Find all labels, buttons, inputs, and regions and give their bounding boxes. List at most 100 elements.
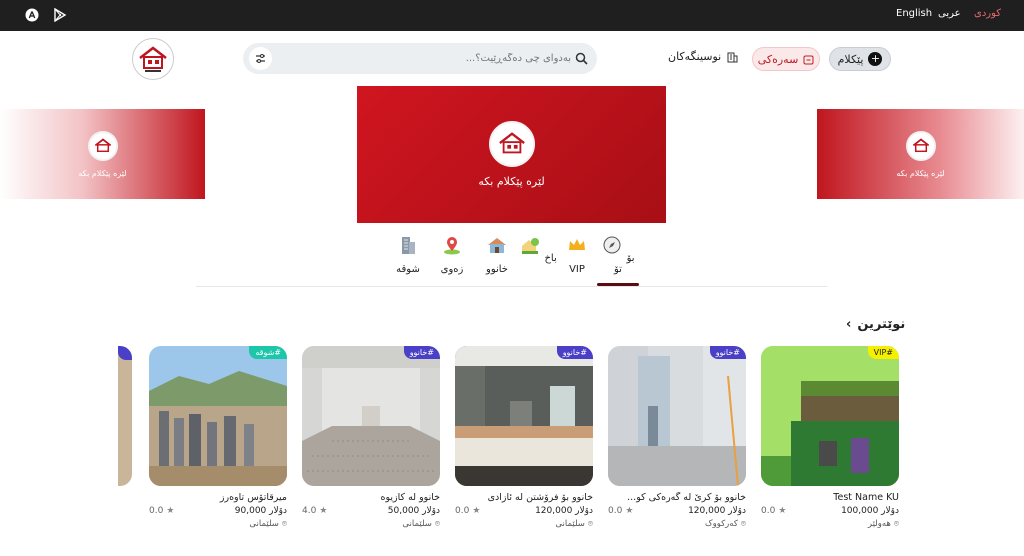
- location: هەولێر ⌾: [761, 519, 899, 529]
- building-icon: [727, 52, 738, 62]
- ad-banner-right[interactable]: لێرە پێکلام بکە: [817, 109, 1024, 199]
- price: 120,000 دۆلار: [535, 506, 593, 516]
- tag-badge: خانوو#: [403, 346, 440, 359]
- land-pin-icon: [444, 237, 460, 255]
- location-text: هەولێر: [867, 519, 891, 529]
- rating-value: 0.0: [455, 506, 470, 516]
- listing-card[interactable]: شوقە# میرقاتۆس تاوەرز 0.0 ★ 90,000 دۆلار س…: [149, 346, 287, 529]
- search-input[interactable]: [291, 43, 571, 74]
- location: سلێمانی ⌾: [455, 519, 593, 529]
- site-logo[interactable]: [132, 38, 174, 80]
- banner-logo-icon: [905, 130, 936, 161]
- rating: 0.0 ★: [149, 506, 174, 516]
- banner-text: لێرە پێکلام بکە: [478, 175, 545, 188]
- home-button[interactable]: سەرەکی: [752, 47, 820, 71]
- star-icon: ★: [778, 506, 787, 516]
- garden-icon: [522, 238, 540, 254]
- lang-english[interactable]: English: [896, 8, 932, 19]
- apartment-icon: [402, 237, 415, 254]
- listing-card[interactable]: خانوو# خانوو لە کازیوە 4.0 ★ 50,000 دۆلار …: [302, 346, 440, 529]
- sliders-icon: [256, 54, 265, 63]
- compass-icon: [603, 236, 621, 254]
- tag-badge: خانوو#: [556, 346, 593, 359]
- tab-house[interactable]: خانوو: [477, 232, 517, 275]
- star-icon: ★: [319, 506, 328, 516]
- search-bar: [243, 43, 597, 74]
- listing-image: VIP#: [761, 346, 899, 486]
- chevron-left-icon: ‹: [846, 317, 852, 332]
- price: 120,000 دۆلار: [688, 506, 746, 516]
- plus-icon: +: [868, 52, 883, 66]
- home-icon: [803, 55, 814, 64]
- rating-value: 4.0: [302, 506, 317, 516]
- offices-label: نوسینگەکان: [668, 50, 722, 63]
- banner-text: لێرە پێکلام بکە: [896, 168, 945, 178]
- app-store-icon[interactable]: [25, 8, 39, 22]
- section-title: نوێترین: [857, 317, 906, 332]
- room-carpet-image: [302, 346, 440, 486]
- lang-kurdish[interactable]: کوردی: [974, 8, 1001, 19]
- star-icon: ★: [625, 506, 634, 516]
- location-text: سلێمانی: [555, 519, 585, 529]
- location-text: سلێمانی: [249, 519, 279, 529]
- tab-label: شوقە: [396, 264, 420, 275]
- rating: 0.0 ★: [455, 506, 480, 516]
- location: سلێمانی ⌾: [149, 519, 287, 529]
- tab-vip[interactable]: VIP: [557, 232, 597, 275]
- listing-card[interactable]: خانوو# خانوو بۆ فرۆشتن لە ئازادی 0.0 ★ 120…: [455, 346, 593, 529]
- ad-banner-left[interactable]: لێرە پێکلام بکە: [0, 109, 205, 199]
- price: 100,000 دۆلار: [841, 506, 899, 516]
- tag-badge: VIP#: [867, 346, 899, 359]
- tag-badge: شوقە#: [249, 346, 287, 359]
- banner-logo-icon: [87, 130, 118, 161]
- lang-arabic[interactable]: عربی: [938, 8, 961, 19]
- search-icon: [575, 52, 588, 65]
- tag-badge: [118, 346, 132, 360]
- tab-label: خانوو: [485, 264, 508, 275]
- tab-land[interactable]: زەوی: [432, 232, 472, 275]
- banner-text: لێرە پێکلام بکە: [78, 168, 127, 178]
- rating-value: 0.0: [149, 506, 164, 516]
- rating-value: 0.0: [608, 506, 623, 516]
- home-label: سەرەکی: [757, 52, 799, 66]
- tab-label: بۆ تۆ: [614, 253, 635, 275]
- rating: 4.0 ★: [302, 506, 327, 516]
- rating: 0.0 ★: [608, 506, 633, 516]
- post-ad-button[interactable]: پێکلام +: [829, 47, 891, 71]
- star-icon: ★: [472, 506, 481, 516]
- tab-for-you[interactable]: بۆ تۆ: [598, 232, 638, 275]
- pixel-house-image: [761, 346, 899, 486]
- location: سلێمانی ⌾: [302, 519, 440, 529]
- latest-section-header[interactable]: ‹ نوێترین: [846, 317, 905, 332]
- star-icon: ★: [166, 506, 175, 516]
- banner-logo-icon: [488, 121, 535, 167]
- listing-image: شوقە#: [149, 346, 287, 486]
- listing-title: میرقاتۆس تاوەرز: [219, 492, 287, 503]
- listing-card[interactable]: خانوو# خانوو بۆ کرێ لە گەرەکی کو... 0.0 ★…: [608, 346, 746, 529]
- post-ad-label: پێکلام: [837, 52, 864, 66]
- tab-label: باخ: [544, 253, 557, 264]
- location-pin-icon: ⌾: [893, 519, 899, 529]
- play-store-icon[interactable]: [53, 8, 67, 22]
- tag-badge: خانوو#: [709, 346, 746, 359]
- listing-card[interactable]: VIP# Test Name KU 0.0 ★ 100,000 دۆلار هەول…: [761, 346, 899, 529]
- divider: [196, 286, 827, 287]
- interior-image: [608, 346, 746, 486]
- ad-banner-main[interactable]: لێرە پێکلام بکە: [357, 86, 666, 223]
- location-text: کەرکووک: [705, 519, 738, 529]
- house-icon: [488, 238, 506, 253]
- house-logo-icon: [139, 46, 167, 72]
- location-text: سلێمانی: [402, 519, 432, 529]
- location: کەرکووک ⌾: [608, 519, 746, 529]
- offices-link[interactable]: نوسینگەکان: [668, 50, 738, 63]
- listing-title: خانوو بۆ فرۆشتن لە ئازادی: [487, 492, 593, 503]
- tab-garden[interactable]: باخ: [518, 232, 558, 264]
- listing-image: خانوو#: [302, 346, 440, 486]
- tab-apartment[interactable]: شوقە: [388, 232, 428, 275]
- tab-label: زەوی: [440, 264, 464, 275]
- card-partial[interactable]: [118, 346, 132, 486]
- location-pin-icon: ⌾: [281, 519, 287, 529]
- location-pin-icon: ⌾: [587, 519, 593, 529]
- filter-button[interactable]: [249, 47, 272, 70]
- city-towers-image: [149, 346, 287, 486]
